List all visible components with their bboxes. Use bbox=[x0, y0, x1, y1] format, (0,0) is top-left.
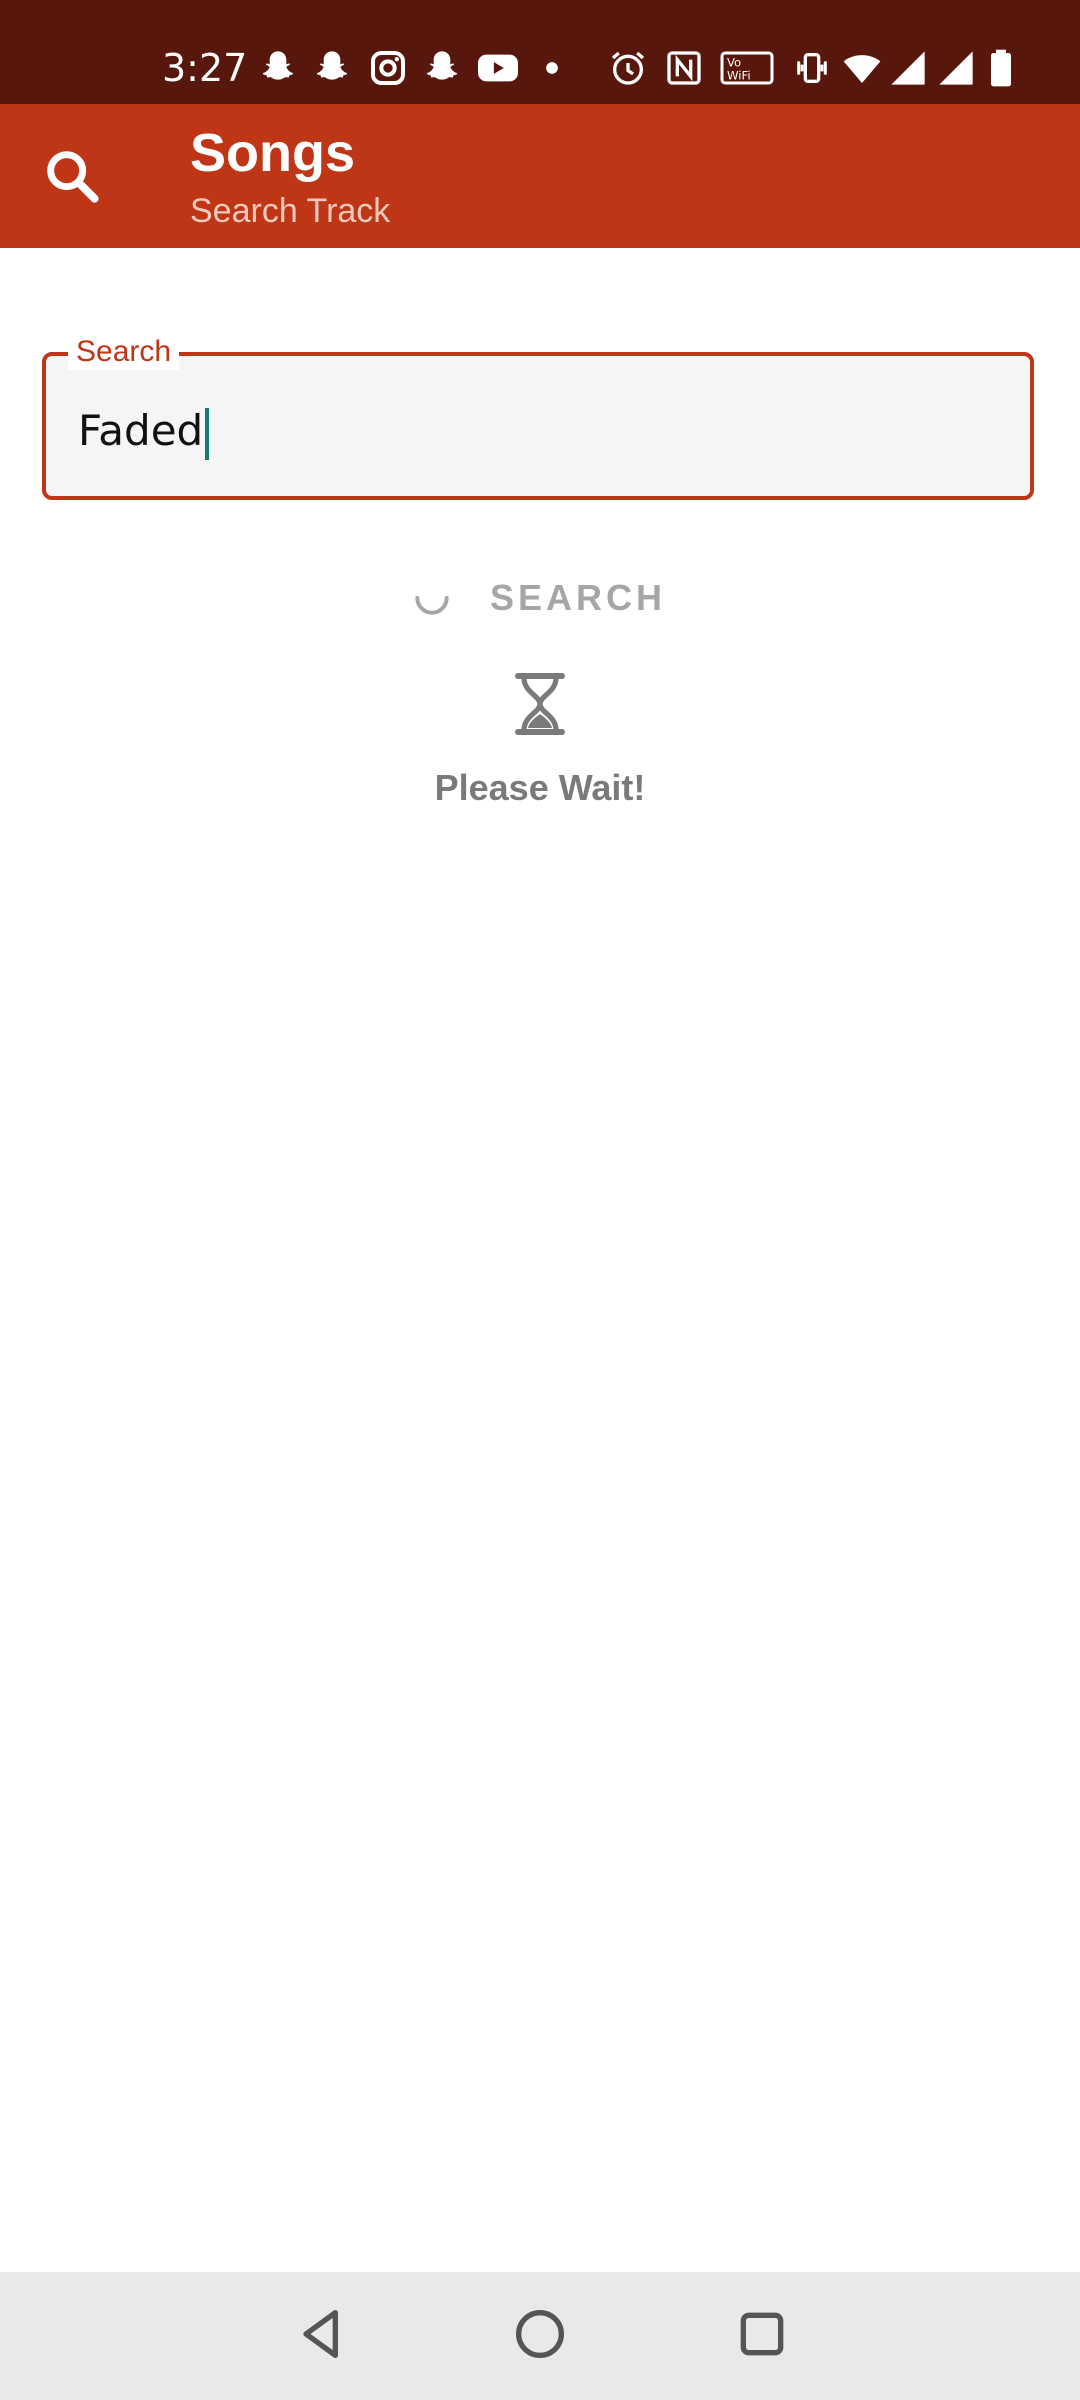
hourglass-icon bbox=[512, 672, 568, 736]
wifi-icon bbox=[842, 48, 882, 88]
search-field-label: Search bbox=[68, 334, 180, 370]
snapchat-icon bbox=[258, 48, 298, 88]
signal-icon bbox=[936, 48, 976, 88]
status-time: 3:27 bbox=[162, 46, 248, 90]
please-wait-text: Please Wait! bbox=[434, 767, 646, 808]
text-cursor bbox=[205, 407, 210, 460]
back-icon[interactable] bbox=[290, 2302, 354, 2366]
nfc-icon bbox=[664, 48, 704, 88]
dot-icon bbox=[542, 48, 562, 88]
snapchat-icon bbox=[312, 48, 352, 88]
alarm-icon bbox=[608, 48, 648, 88]
page-title: Songs bbox=[190, 123, 356, 183]
svg-text:Vo: Vo bbox=[727, 55, 741, 69]
battery-icon bbox=[986, 48, 1016, 88]
vowifi-icon: Vo WiFi bbox=[720, 48, 774, 88]
search-button-label: SEARCH bbox=[490, 577, 667, 618]
loading-spinner-icon bbox=[410, 576, 454, 620]
search-button[interactable]: SEARCH bbox=[410, 570, 670, 626]
svg-text:WiFi: WiFi bbox=[727, 69, 751, 83]
signal-icon bbox=[888, 48, 928, 88]
recents-icon[interactable] bbox=[730, 2302, 794, 2366]
search-input-value[interactable]: Faded bbox=[78, 404, 210, 460]
page-subtitle: Search Track bbox=[190, 192, 391, 230]
youtube-icon bbox=[476, 48, 520, 88]
snapchat-icon bbox=[422, 48, 462, 88]
vibrate-icon bbox=[792, 48, 832, 88]
search-input-text: Faded bbox=[78, 406, 204, 455]
navigation-bar bbox=[0, 2272, 1080, 2400]
home-icon[interactable] bbox=[508, 2302, 572, 2366]
app-bar: Songs Search Track bbox=[0, 104, 1080, 248]
instagram-icon bbox=[368, 48, 408, 88]
status-bar: 3:27 Vo WiFi bbox=[0, 0, 1080, 104]
search-icon[interactable] bbox=[40, 144, 104, 208]
